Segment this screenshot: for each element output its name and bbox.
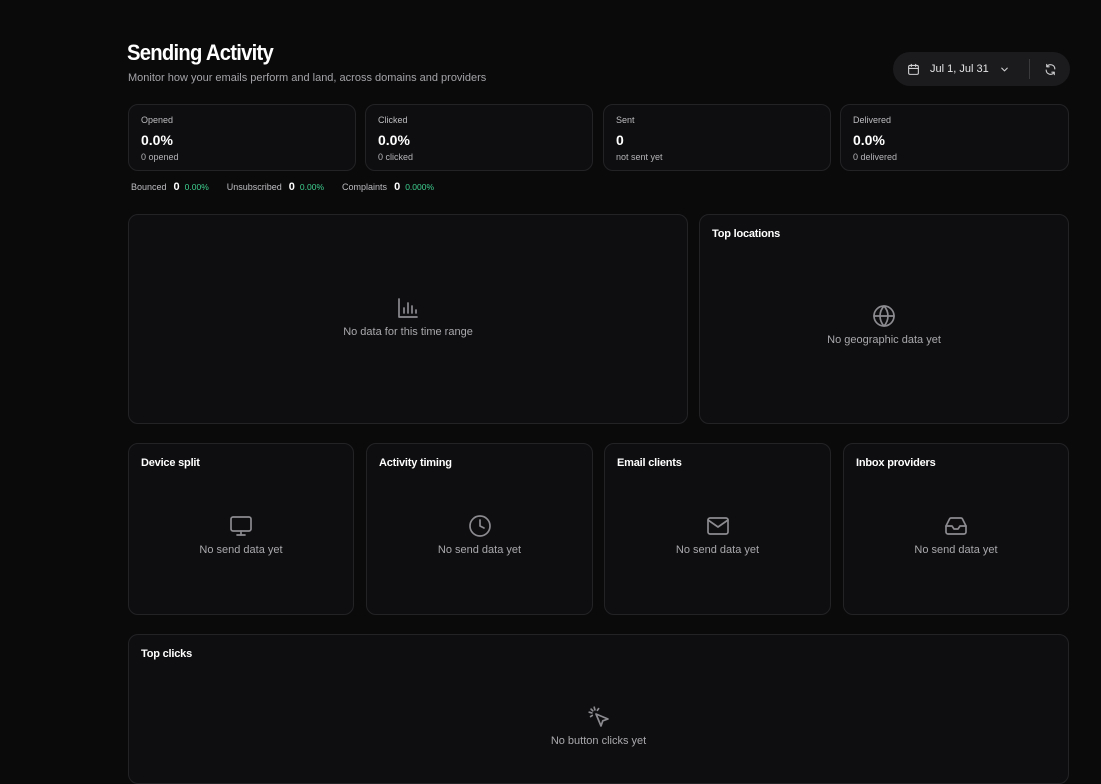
- stat-label: Opened: [141, 115, 174, 125]
- mini-stat-complaints: Complaints 0 0.000%: [342, 181, 434, 193]
- page-subtitle: Monitor how your emails perform and land…: [128, 72, 487, 84]
- empty-state-text: No button clicks yet: [550, 735, 647, 747]
- mini-stat-label: Bounced: [131, 182, 167, 192]
- activity-timing-panel: Activity timing No send data yet: [366, 443, 593, 615]
- bar-chart-icon: [396, 296, 420, 320]
- stat-card-opened: Opened 0.0% 0 opened: [128, 104, 356, 171]
- empty-state-text: No send data yet: [437, 544, 522, 556]
- stat-label: Sent: [616, 115, 635, 125]
- panel-title: Inbox providers: [856, 457, 936, 469]
- panel-title: Top locations: [712, 228, 781, 240]
- empty-state-text: No send data yet: [199, 544, 283, 556]
- top-clicks-panel: Top clicks No button clicks yet: [128, 634, 1069, 784]
- inbox-providers-panel: Inbox providers No send data yet: [843, 443, 1069, 615]
- stat-value: 0.0%: [378, 132, 410, 148]
- panel-title: Top clicks: [141, 648, 192, 660]
- device-split-panel: Device split No send data yet: [128, 443, 354, 615]
- mini-stat-label: Complaints: [342, 182, 388, 192]
- stat-value: 0.0%: [853, 132, 885, 148]
- stat-sub: 0 delivered: [853, 152, 898, 162]
- stat-card-delivered: Delivered 0.0% 0 delivered: [840, 104, 1069, 171]
- mini-stats-row: Bounced 0 0.00% Unsubscribed 0 0.00% Com…: [131, 181, 452, 193]
- stat-sub: 0 clicked: [378, 152, 414, 162]
- empty-state: No geographic data yet: [700, 304, 1068, 346]
- stat-value: 0.0%: [141, 132, 173, 148]
- panel-title: Activity timing: [379, 457, 452, 469]
- refresh-icon: [1044, 63, 1057, 76]
- panel-title: Email clients: [617, 457, 682, 469]
- date-range-button[interactable]: Jul 1, Jul 31: [893, 52, 1027, 86]
- stat-label: Delivered: [853, 115, 892, 125]
- date-range-label: Jul 1, Jul 31: [930, 63, 989, 75]
- pointer-click-icon: [587, 705, 611, 729]
- calendar-icon: [907, 63, 920, 76]
- activity-chart-panel: No data for this time range: [128, 214, 688, 424]
- empty-state-text: No send data yet: [914, 544, 998, 556]
- globe-icon: [872, 304, 896, 328]
- mail-icon: [706, 514, 730, 538]
- refresh-button[interactable]: [1030, 52, 1070, 86]
- page-title: Sending Activity: [127, 40, 274, 65]
- inbox-icon: [944, 514, 968, 538]
- stat-value: 0: [616, 132, 624, 148]
- empty-state: No button clicks yet: [129, 705, 1068, 747]
- mini-stat-count: 0: [173, 181, 180, 193]
- mini-stat-unsubscribed: Unsubscribed 0 0.00%: [227, 181, 324, 193]
- empty-state: No send data yet: [844, 514, 1068, 556]
- chevron-down-icon: [999, 64, 1010, 75]
- stat-label: Clicked: [378, 115, 408, 125]
- mini-stat-bounced: Bounced 0 0.00%: [131, 181, 209, 193]
- empty-state-text: No data for this time range: [343, 326, 473, 338]
- top-locations-panel: Top locations No geographic data yet: [699, 214, 1069, 424]
- clock-icon: [468, 514, 492, 538]
- mini-stat-count: 0: [288, 181, 295, 193]
- stat-card-clicked: Clicked 0.0% 0 clicked: [365, 104, 593, 171]
- stat-sub: not sent yet: [616, 152, 663, 162]
- date-controls: Jul 1, Jul 31: [893, 52, 1070, 86]
- mini-stat-label: Unsubscribed: [226, 182, 282, 192]
- empty-state-text: No geographic data yet: [827, 334, 941, 346]
- empty-state: No send data yet: [129, 514, 353, 556]
- mini-stat-percent: 0.00%: [299, 182, 325, 192]
- email-clients-panel: Email clients No send data yet: [604, 443, 831, 615]
- stat-card-sent: Sent 0 not sent yet: [603, 104, 831, 171]
- panel-title: Device split: [141, 457, 200, 469]
- stat-sub: 0 opened: [141, 152, 179, 162]
- empty-state: No send data yet: [605, 514, 830, 556]
- mini-stat-count: 0: [394, 181, 401, 193]
- empty-state-text: No send data yet: [675, 544, 760, 556]
- monitor-icon: [229, 514, 253, 538]
- mini-stat-percent: 0.00%: [184, 182, 209, 192]
- mini-stat-percent: 0.000%: [405, 182, 435, 192]
- empty-state: No data for this time range: [129, 296, 687, 338]
- empty-state: No send data yet: [367, 514, 592, 556]
